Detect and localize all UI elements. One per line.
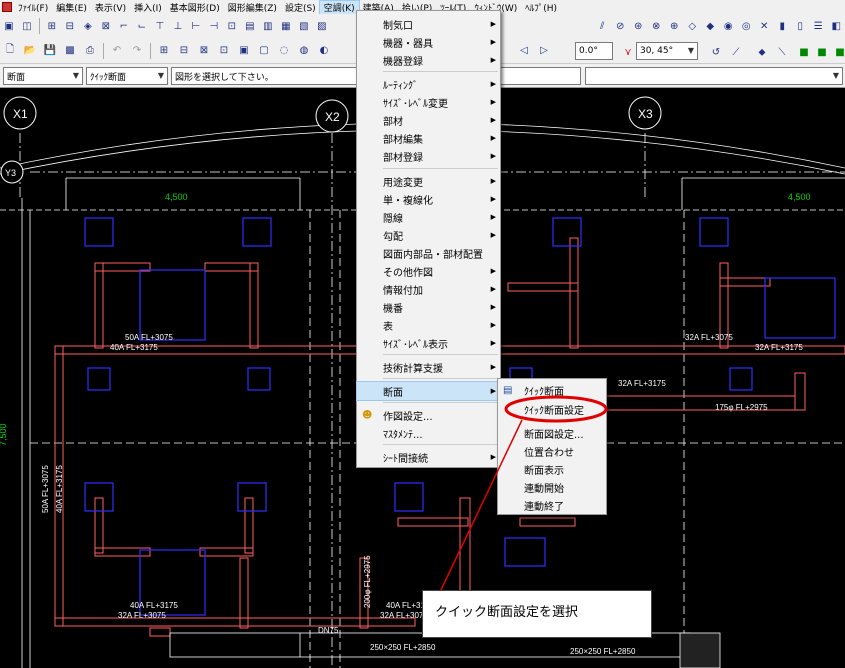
instruction-callout: クイック断面設定を選択 — [422, 590, 652, 638]
callout-text: クイック断面設定を選択 — [435, 605, 579, 620]
highlight-ellipse — [504, 395, 608, 423]
callout-line — [439, 419, 523, 593]
annotation-overlay — [439, 395, 608, 593]
